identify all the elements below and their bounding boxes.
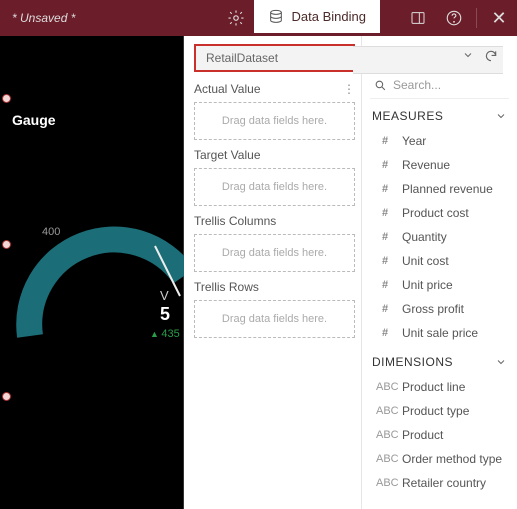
field-measure[interactable]: # Gross profit xyxy=(370,297,509,321)
field-measure[interactable]: # Year xyxy=(370,129,509,153)
hash-icon: # xyxy=(376,159,394,171)
gear-icon[interactable] xyxy=(218,0,254,36)
abc-icon: ABC xyxy=(376,429,394,441)
search-icon xyxy=(374,79,387,92)
gauge-tick: 400 xyxy=(42,226,60,238)
data-binding-panel: RetailDataset Actual Value ⋮ Drag data f… xyxy=(184,36,517,509)
hash-icon: # xyxy=(376,303,394,315)
field-label: Product xyxy=(402,428,443,442)
field-label: Quantity xyxy=(402,230,447,244)
gauge-title: Gauge xyxy=(12,112,56,128)
dropzone-actual-value[interactable]: Drag data fields here. xyxy=(194,102,355,140)
field-dimension[interactable]: ABC Product line xyxy=(370,375,509,399)
unsaved-label: * Unsaved * xyxy=(0,11,218,25)
chevron-down-icon xyxy=(495,356,507,368)
drop-column: RetailDataset Actual Value ⋮ Drag data f… xyxy=(184,36,362,509)
tab-data-binding[interactable]: Data Binding xyxy=(254,0,380,36)
dropzone-trellis-rows[interactable]: Drag data fields here. xyxy=(194,300,355,338)
section-trellis-rows: Trellis Rows xyxy=(194,280,355,294)
abc-icon: ABC xyxy=(376,405,394,417)
field-measure[interactable]: # Unit sale price xyxy=(370,321,509,345)
tab-label: Data Binding xyxy=(292,9,366,24)
field-label: Retailer country xyxy=(402,476,486,490)
field-measure[interactable]: # Revenue xyxy=(370,153,509,177)
abc-icon: ABC xyxy=(376,381,394,393)
field-label: Product line xyxy=(402,380,465,394)
field-dimension[interactable]: ABC Product type xyxy=(370,399,509,423)
field-label: Revenue xyxy=(402,158,450,172)
field-measure[interactable]: # Planned revenue xyxy=(370,177,509,201)
field-label: Order method type xyxy=(402,452,502,466)
hash-icon: # xyxy=(376,255,394,267)
hash-icon: # xyxy=(376,327,394,339)
field-dimension[interactable]: ABC Retailer country xyxy=(370,471,509,495)
chevron-down-icon xyxy=(495,110,507,122)
selection-handle[interactable] xyxy=(2,392,11,401)
group-dimensions[interactable]: DIMENSIONS xyxy=(370,345,509,375)
hash-icon: # xyxy=(376,231,394,243)
search-placeholder: Search... xyxy=(393,78,441,92)
field-label: Product cost xyxy=(402,206,469,220)
gauge-value-label: V xyxy=(160,288,169,303)
field-measure[interactable]: # Unit price xyxy=(370,273,509,297)
dropzone-target-value[interactable]: Drag data fields here. xyxy=(194,168,355,206)
section-target-value: Target Value xyxy=(194,148,355,162)
dataset-name: RetailDataset xyxy=(206,51,278,65)
search-input[interactable]: Search... xyxy=(370,72,509,99)
hash-icon: # xyxy=(376,183,394,195)
field-measure[interactable]: # Product cost xyxy=(370,201,509,225)
field-label: Unit cost xyxy=(402,254,449,268)
more-icon[interactable]: ⋮ xyxy=(343,82,355,96)
hash-icon: # xyxy=(376,279,394,291)
chevron-down-icon[interactable] xyxy=(462,49,474,66)
canvas[interactable]: Gauge 400 V 5 ▲ 435 xyxy=(0,36,184,509)
gauge-delta: ▲ 435 xyxy=(150,328,180,340)
field-measure[interactable]: # Quantity xyxy=(370,225,509,249)
section-trellis-columns: Trellis Columns xyxy=(194,214,355,228)
abc-icon: ABC xyxy=(376,453,394,465)
group-measures[interactable]: MEASURES xyxy=(370,99,509,129)
field-dimension[interactable]: ABC Order method type xyxy=(370,447,509,471)
field-label: Product type xyxy=(402,404,469,418)
field-label: Unit sale price xyxy=(402,326,478,340)
field-dimension[interactable]: ABC Product xyxy=(370,423,509,447)
field-label: Gross profit xyxy=(402,302,464,316)
titlebar: * Unsaved * Data Binding ✕ xyxy=(0,0,517,36)
dropzone-trellis-columns[interactable]: Drag data fields here. xyxy=(194,234,355,272)
help-icon[interactable] xyxy=(436,0,472,36)
close-icon[interactable]: ✕ xyxy=(481,0,517,36)
field-label: Planned revenue xyxy=(402,182,493,196)
panel-toggle-icon[interactable] xyxy=(400,0,436,36)
hash-icon: # xyxy=(376,135,394,147)
hash-icon: # xyxy=(376,207,394,219)
database-icon xyxy=(268,9,284,25)
field-measure[interactable]: # Unit cost xyxy=(370,249,509,273)
divider xyxy=(476,8,477,28)
field-label: Year xyxy=(402,134,426,148)
field-label: Unit price xyxy=(402,278,453,292)
dataset-selector[interactable]: RetailDataset xyxy=(194,44,355,72)
refresh-icon[interactable] xyxy=(484,49,498,66)
fields-column: Search... MEASURES # Year # Revenue # Planned… xyxy=(362,36,517,509)
gauge-value: 5 xyxy=(160,304,170,325)
abc-icon: ABC xyxy=(376,477,394,489)
section-actual-value: Actual Value ⋮ xyxy=(194,82,355,96)
selection-handle[interactable] xyxy=(2,94,11,103)
